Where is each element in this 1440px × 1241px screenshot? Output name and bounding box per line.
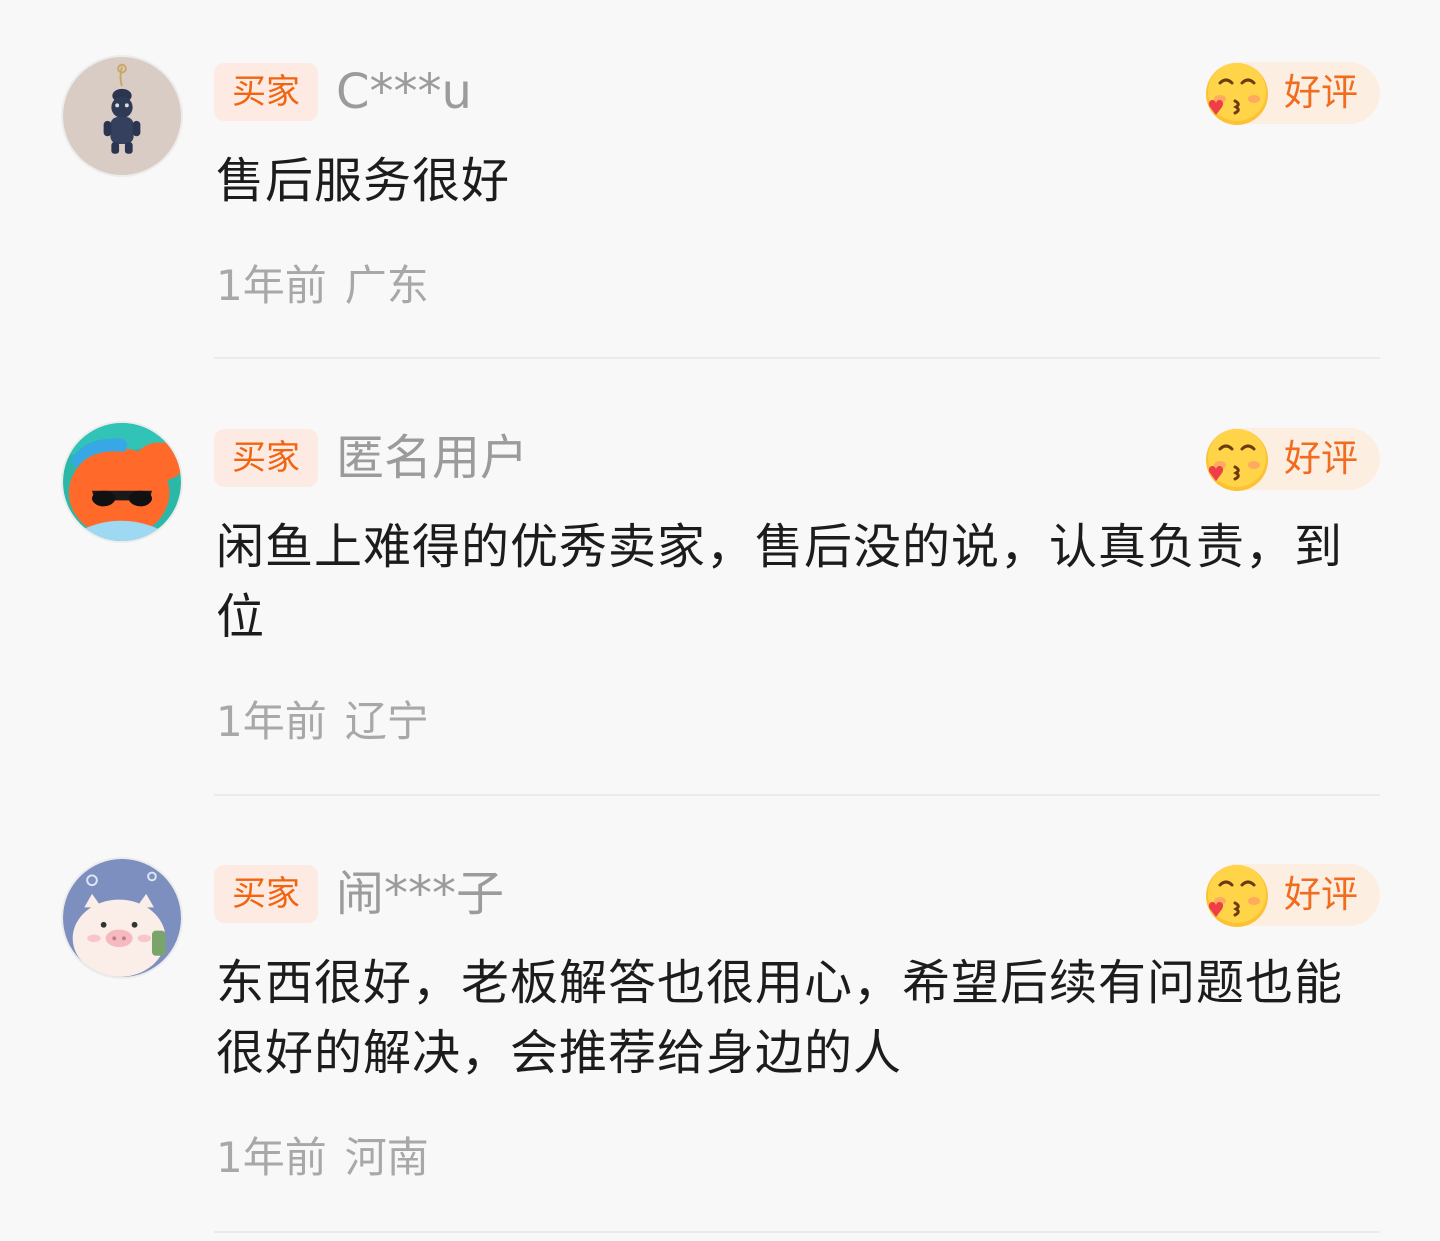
pig-icon	[63, 859, 181, 977]
username[interactable]: 匿名用户	[336, 428, 528, 488]
rating-badge: 好评	[1206, 864, 1380, 927]
review-meta: 1年前 辽宁	[216, 688, 429, 749]
kiss-emoji-icon	[1202, 861, 1272, 931]
rating-label: 好评	[1284, 71, 1358, 114]
username[interactable]: 闹***子	[336, 864, 504, 924]
rating-badge: 好评	[1206, 62, 1380, 125]
buyer-badge: 买家	[214, 865, 318, 923]
avatar[interactable]	[61, 857, 183, 979]
rating-label: 好评	[1284, 873, 1358, 916]
divider	[214, 357, 1380, 359]
review-time: 1年前	[216, 261, 327, 310]
review-meta: 1年前 广东	[216, 252, 429, 313]
review-location: 广东	[344, 261, 429, 310]
review-time: 1年前	[216, 1133, 327, 1182]
review-comment: 售后服务很好	[216, 153, 511, 209]
review-comment: 东西很好，老板解答也很用心，希望后续有问题也能很好的解决，会推荐给身边的人	[216, 955, 1344, 1081]
review-meta: 1年前 河南	[216, 1124, 429, 1185]
divider	[214, 1231, 1380, 1233]
bear-keychain-icon	[63, 57, 181, 175]
buyer-badge: 买家	[214, 429, 318, 487]
username[interactable]: C***u	[336, 62, 472, 122]
review-comment: 闲鱼上难得的优秀卖家，售后没的说，认真负责，到位	[216, 519, 1344, 645]
buyer-badge: 买家	[214, 63, 318, 121]
avatar[interactable]	[61, 421, 183, 543]
kiss-emoji-icon	[1202, 59, 1272, 129]
kiss-emoji-icon	[1202, 425, 1272, 495]
review-time: 1年前	[216, 697, 327, 746]
rating-label: 好评	[1284, 437, 1358, 480]
rating-badge: 好评	[1206, 428, 1380, 491]
review-location: 辽宁	[344, 697, 429, 746]
fish-sunglasses-icon	[63, 423, 181, 541]
divider	[214, 794, 1380, 796]
avatar[interactable]	[61, 55, 183, 177]
review-location: 河南	[344, 1133, 429, 1182]
